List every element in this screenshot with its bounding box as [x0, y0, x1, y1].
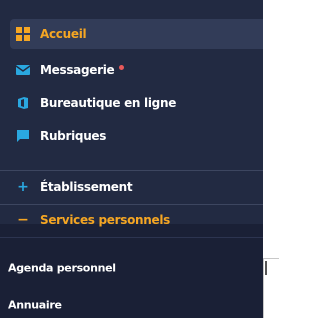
- nav-item-messagerie[interactable]: Messagerie: [0, 53, 263, 87]
- plus-icon: +: [17, 179, 29, 195]
- content-panel-edge: [263, 258, 279, 318]
- nav-item-accueil[interactable]: Accueil: [10, 19, 263, 49]
- section-services-personnels[interactable]: − Services personnels: [0, 203, 263, 237]
- nav-item-label: Bureautique en ligne: [40, 96, 177, 110]
- nav-item-label: Messagerie: [40, 63, 125, 77]
- submenu-item-label: Agenda personnel: [8, 261, 116, 275]
- nav-item-rubriques[interactable]: Rubriques: [0, 119, 263, 153]
- section-label: Établissement: [40, 180, 133, 194]
- text-cursor-icon: [265, 261, 267, 275]
- divider: [0, 237, 263, 238]
- nav-item-bureautique[interactable]: Bureautique en ligne: [0, 86, 263, 120]
- submenu-item-annuaire[interactable]: Annuaire: [0, 290, 263, 318]
- submenu-item-agenda[interactable]: Agenda personnel: [0, 253, 263, 283]
- section-etablissement[interactable]: + Établissement: [0, 170, 263, 204]
- nav-item-label: Accueil: [40, 27, 87, 41]
- section-label: Services personnels: [40, 213, 171, 227]
- sidebar: Accueil Messagerie Bureautique en ligne …: [0, 0, 263, 318]
- notification-dot: [119, 65, 125, 70]
- chat-bubble-icon: [17, 130, 29, 142]
- submenu-item-label: Annuaire: [8, 298, 62, 312]
- envelope-icon: [16, 65, 30, 75]
- office-icon: [18, 97, 28, 109]
- grid-icon: [16, 27, 30, 41]
- minus-icon: −: [17, 212, 29, 228]
- nav-item-label: Rubriques: [40, 129, 107, 143]
